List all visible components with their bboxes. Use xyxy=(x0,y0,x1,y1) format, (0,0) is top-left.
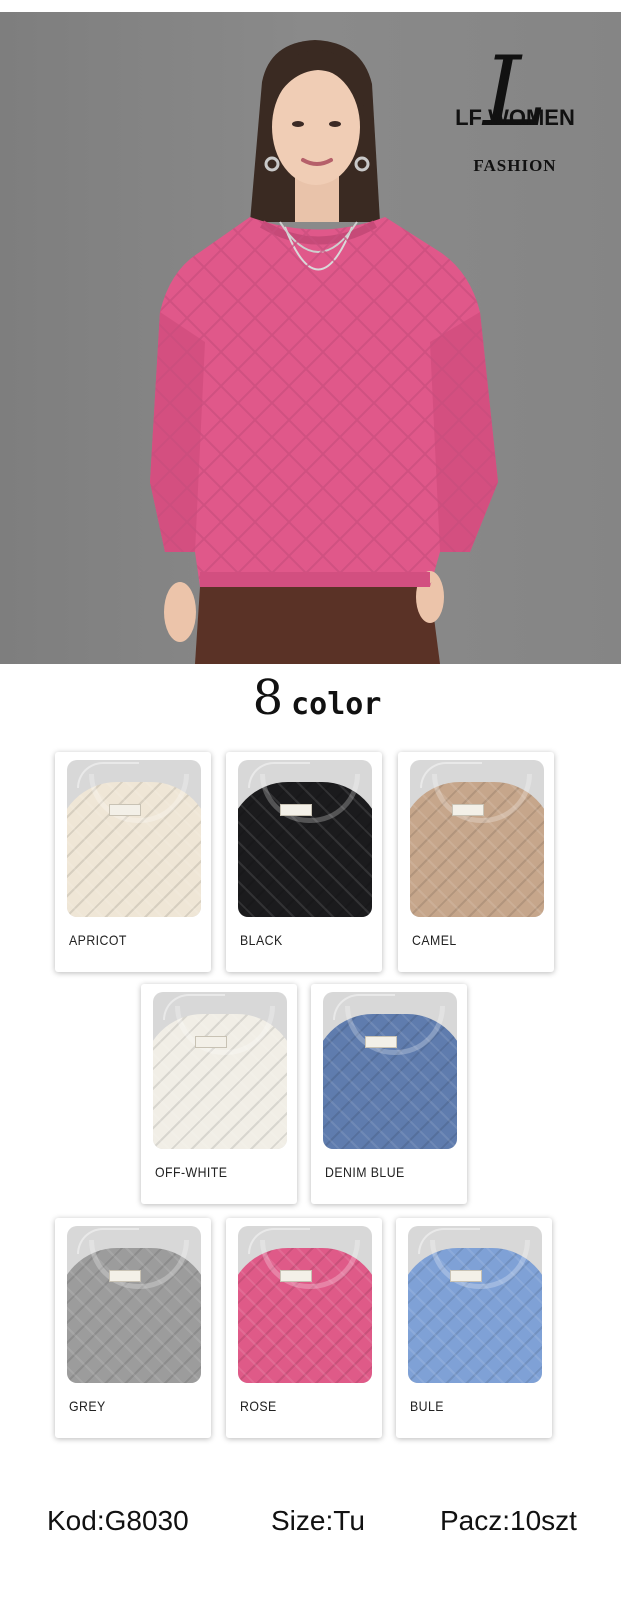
color-card[interactable]: ROSE xyxy=(226,1218,382,1438)
color-label: BLACK xyxy=(240,932,283,948)
color-swatch-image xyxy=(410,760,544,917)
hero-photo: L LF WOMEN FASHION xyxy=(0,12,621,664)
brand-tagline: FASHION xyxy=(473,156,557,175)
color-swatch-image xyxy=(408,1226,542,1383)
color-swatch-image xyxy=(238,1226,372,1383)
color-label: APRICOT xyxy=(69,932,127,948)
brand-name: LF WOMEN xyxy=(455,105,575,130)
color-card[interactable]: BLACK xyxy=(226,752,382,972)
color-count: 8 xyxy=(252,670,284,726)
color-card[interactable]: APRICOT xyxy=(55,752,211,972)
color-swatch-image xyxy=(67,760,201,917)
color-label: GREY xyxy=(69,1398,106,1414)
color-count-heading: 8 color xyxy=(0,670,634,726)
color-swatch-image xyxy=(153,992,287,1149)
pack-quantity: Pacz:10szt xyxy=(440,1505,577,1536)
color-word: color xyxy=(291,687,382,722)
color-card[interactable]: DENIM BLUE xyxy=(311,984,467,1204)
color-label: CAMEL xyxy=(412,932,457,948)
color-label: OFF-WHITE xyxy=(155,1164,228,1180)
color-label: ROSE xyxy=(240,1398,277,1414)
color-swatch-image xyxy=(67,1226,201,1383)
color-card[interactable]: GREY xyxy=(55,1218,211,1438)
color-label: DENIM BLUE xyxy=(325,1164,405,1180)
product-size: Size:Tu xyxy=(271,1505,365,1536)
color-card[interactable]: BULE xyxy=(396,1218,552,1438)
product-code: Kod:G8030 xyxy=(47,1505,189,1536)
color-swatch-image xyxy=(323,992,457,1149)
brand-logo: L LF WOMEN FASHION xyxy=(440,44,590,180)
color-swatch-image xyxy=(238,760,372,917)
color-card[interactable]: OFF-WHITE xyxy=(141,984,297,1204)
color-card[interactable]: CAMEL xyxy=(398,752,554,972)
color-label: BULE xyxy=(410,1398,444,1414)
